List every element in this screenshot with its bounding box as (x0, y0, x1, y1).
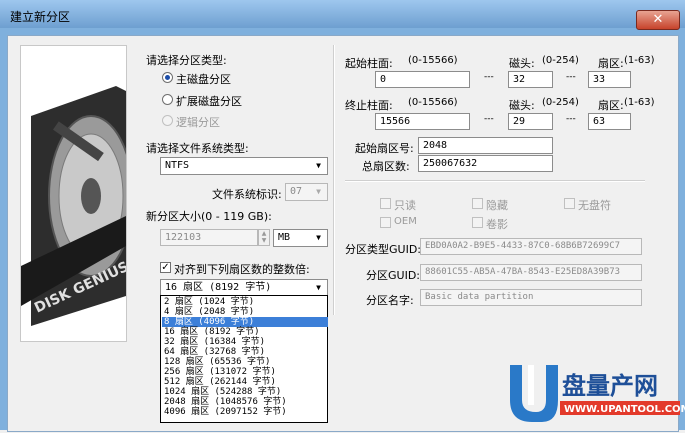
end-cylinder-range: (0-15566) (408, 97, 458, 108)
align-option[interactable]: 64 扇区 (32768 字节) (162, 347, 328, 357)
align-option[interactable]: 32 扇区 (16384 字节) (162, 337, 328, 347)
start-sector-range: (1-63) (624, 55, 655, 66)
align-option[interactable]: 2048 扇区 (1048576 字节) (162, 397, 328, 407)
align-option-selected[interactable]: 8 扇区 (4096 字节) (162, 317, 328, 327)
start-cylinder-label: 起始柱面: (345, 57, 393, 70)
chevron-down-icon: ▼ (316, 283, 321, 292)
chevron-down-icon: ▼ (316, 233, 321, 242)
chevron-down-icon: ▼ (316, 187, 321, 196)
radio-primary[interactable] (162, 72, 173, 83)
end-cylinder-input[interactable]: 15566 (375, 113, 470, 130)
part-guid-input: 88601C55-AB5A-47BA-8543-E25ED8A39B73 (420, 264, 642, 281)
align-option[interactable]: 128 扇区 (65536 字节) (162, 357, 328, 367)
disk-genius-image: DISK GENIUS (20, 45, 127, 342)
radio-extended[interactable] (162, 94, 173, 105)
sector-count-input[interactable]: 250067632 (418, 155, 553, 172)
window-title: 建立新分区 (10, 10, 71, 24)
align-option[interactable]: 4096 扇区 (2097152 字节) (162, 407, 328, 417)
size-label: 新分区大小(0 - 119 GB): (146, 210, 272, 223)
size-unit-value: MB (278, 232, 291, 243)
end-head-label: 磁头: (509, 99, 535, 112)
filesystem-select[interactable]: NTFS ▼ (160, 157, 328, 175)
end-sector-input[interactable]: 63 (588, 113, 631, 130)
start-sector-input[interactable]: 33 (588, 71, 631, 88)
no-letter-label: 无盘符 (578, 199, 611, 212)
filesystem-label: 请选择文件系统类型: (146, 142, 249, 155)
radio-primary-label: 主磁盘分区 (176, 73, 231, 86)
readonly-label: 只读 (394, 199, 416, 212)
size-input: 122103 (160, 229, 258, 246)
align-option[interactable]: 256 扇区 (131072 字节) (162, 367, 328, 377)
part-name-input: Basic data partition (420, 289, 642, 306)
align-option[interactable]: 1024 扇区 (524288 字节) (162, 387, 328, 397)
title-bar[interactable]: 建立新分区 ✕ (0, 0, 685, 30)
filesystem-value: NTFS (165, 160, 190, 171)
end-head-input[interactable]: 29 (508, 113, 553, 130)
size-spinner: ▲ ▼ (258, 229, 270, 246)
fs-id-select: 07 ▼ (285, 183, 328, 201)
shadow-checkbox (472, 217, 483, 228)
align-value: 16 扇区 (8192 字节) (165, 282, 272, 293)
dash-separator: --- (484, 114, 494, 124)
close-button[interactable]: ✕ (636, 10, 680, 30)
vertical-divider (333, 45, 335, 315)
fs-id-label: 文件系统标识: (212, 188, 282, 201)
radio-extended-label: 扩展磁盘分区 (176, 95, 242, 108)
oem-label: OEM (394, 216, 417, 227)
align-option[interactable]: 512 扇区 (262144 字节) (162, 377, 328, 387)
dash-separator: --- (566, 72, 576, 82)
watermark-url: WWW.UPANTOOL.COM (564, 404, 685, 415)
end-head-range: (0-254) (542, 97, 579, 108)
start-lba-input[interactable]: 2048 (418, 137, 553, 154)
part-name-label: 分区名字: (366, 294, 414, 307)
fs-id-value: 07 (290, 186, 303, 197)
align-option[interactable]: 2 扇区 (1024 字节) (162, 297, 328, 307)
align-checkbox[interactable]: ✓ (160, 262, 171, 273)
radio-logical (162, 115, 173, 126)
type-guid-label: 分区类型GUID: (345, 243, 421, 256)
radio-logical-label: 逻辑分区 (176, 116, 220, 129)
end-sector-range: (1-63) (624, 97, 655, 108)
readonly-checkbox (380, 198, 391, 209)
start-lba-label: 起始扇区号: (355, 142, 414, 155)
part-guid-label: 分区GUID: (366, 269, 420, 282)
partition-type-label: 请选择分区类型: (146, 54, 227, 67)
start-head-label: 磁头: (509, 57, 535, 70)
dash-separator: --- (566, 114, 576, 124)
start-head-range: (0-254) (542, 55, 579, 66)
align-option[interactable]: 4 扇区 (2048 字节) (162, 307, 328, 317)
shadow-label: 卷影 (486, 218, 508, 231)
align-option[interactable]: 16 扇区 (8192 字节) (162, 327, 328, 337)
dash-separator: --- (484, 72, 494, 82)
end-cylinder-label: 终止柱面: (345, 99, 393, 112)
watermark-logo: 盘量产网 WWW.UPANTOOL.COM (500, 360, 685, 430)
no-letter-checkbox (564, 198, 575, 209)
align-dropdown-list: 2 扇区 (1024 字节) 4 扇区 (2048 字节) 8 扇区 (4096… (160, 295, 328, 423)
hidden-label: 隐藏 (486, 199, 508, 212)
type-guid-input: EBD0A0A2-B9E5-4433-87C0-68B6B72699C7 (420, 238, 642, 255)
start-cylinder-range: (0-15566) (408, 55, 458, 66)
align-label: 对齐到下列扇区数的整数倍: (174, 263, 310, 276)
hidden-checkbox (472, 198, 483, 209)
chevron-down-icon: ▼ (316, 161, 321, 170)
start-head-input[interactable]: 32 (508, 71, 553, 88)
sector-count-label: 总扇区数: (362, 160, 410, 173)
end-sector-label: 扇区: (598, 99, 624, 112)
start-cylinder-input[interactable]: 0 (375, 71, 470, 88)
size-unit-select[interactable]: MB ▼ (273, 229, 328, 247)
horizontal-divider (345, 180, 645, 182)
watermark-text: 盘量产网 (562, 372, 658, 400)
start-sector-label: 扇区: (598, 57, 624, 70)
oem-checkbox (380, 217, 391, 228)
